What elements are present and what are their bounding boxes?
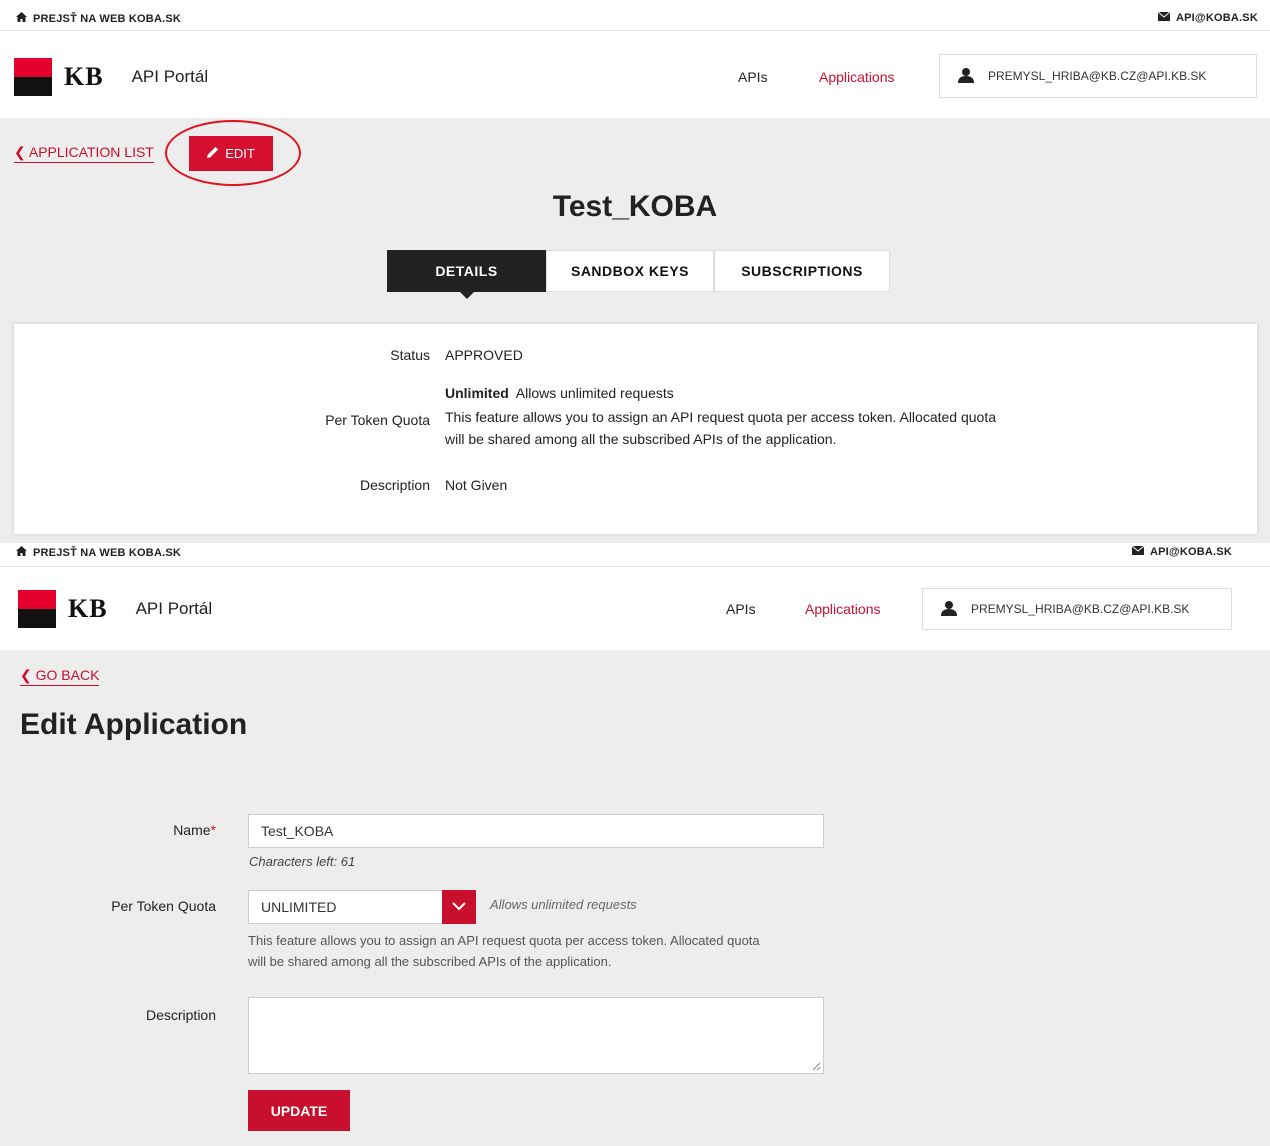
user-icon <box>941 600 957 619</box>
name-input[interactable]: Test_KOBA <box>248 814 824 848</box>
email-link[interactable]: API@KOBA.SK <box>1157 11 1258 24</box>
description-textarea[interactable] <box>248 997 824 1074</box>
required-mark: * <box>210 822 216 838</box>
page-title: Edit Application <box>20 708 248 741</box>
description-label: Description <box>359 477 430 493</box>
quota-help: This feature allows you to assign an API… <box>248 933 760 969</box>
quota-info: Unlimited Allows unlimited requests <box>445 385 674 401</box>
app-title: Test_KOBA <box>552 190 718 223</box>
tab-subscriptions[interactable]: SUBSCRIPTIONS <box>714 250 890 292</box>
home-icon <box>16 12 27 25</box>
envelope-icon <box>1131 545 1145 558</box>
app-tabs: DETAILS SANDBOX KEYS SUBSCRIPTIONS <box>387 250 890 299</box>
application-list-link[interactable]: ❮ APPLICATION LIST <box>14 144 154 163</box>
home-link[interactable]: PREJSŤ NA WEB KOBA.SK <box>16 546 181 559</box>
user-menu[interactable]: PREMYSL_HRIBA@KB.CZ@API.KB.SK <box>939 54 1257 98</box>
characters-left: Characters left: 61 <box>249 854 356 869</box>
nav-applications[interactable]: Applications <box>805 601 881 617</box>
nav-applications[interactable]: Applications <box>819 69 895 85</box>
kb-logo-mark <box>14 58 52 96</box>
status-label: Status <box>390 347 430 363</box>
tab-details[interactable]: DETAILS <box>387 250 546 299</box>
chevron-down-icon <box>452 898 466 916</box>
nav-apis[interactable]: APIs <box>726 601 756 617</box>
tab-sandbox-keys[interactable]: SANDBOX KEYS <box>546 250 714 292</box>
portal-title: API Portál <box>135 599 213 618</box>
home-icon <box>16 546 27 559</box>
user-menu[interactable]: PREMYSL_HRIBA@KB.CZ@API.KB.SK <box>922 588 1232 630</box>
chevron-left-icon: ❮ <box>20 667 36 683</box>
envelope-icon <box>1157 11 1171 24</box>
description-label: Description <box>145 1007 216 1023</box>
portal-title: API Portál <box>131 67 209 86</box>
quota-description: Allows unlimited requests <box>490 897 637 912</box>
quota-help: This feature allows you to assign an API… <box>445 409 997 447</box>
kb-logo[interactable]: KB API Portál <box>18 590 212 628</box>
go-back-link[interactable]: ❮ GO BACK <box>20 667 100 686</box>
nav-apis[interactable]: APIs <box>738 69 768 85</box>
quota-label: Per Token Quota <box>325 412 430 428</box>
update-button[interactable]: UPDATE <box>248 1090 350 1131</box>
user-icon <box>958 67 974 86</box>
annotation-circle <box>165 120 301 186</box>
kb-logo-mark <box>18 590 56 628</box>
quota-label: Per Token Quota <box>111 898 216 914</box>
topbar-divider <box>0 566 1270 567</box>
status-value: APPROVED <box>445 347 523 363</box>
name-label: Name* <box>173 822 216 838</box>
home-link[interactable]: PREJSŤ NA WEB KOBA.SK <box>16 12 181 25</box>
kb-logo[interactable]: KB API Portál <box>14 58 208 96</box>
chevron-left-icon: ❮ <box>14 144 29 160</box>
quota-select-toggle[interactable] <box>442 890 476 924</box>
email-link[interactable]: API@KOBA.SK <box>1131 545 1232 558</box>
topbar-divider <box>0 30 1270 31</box>
resize-handle-icon[interactable] <box>812 1062 821 1071</box>
description-value: Not Given <box>445 477 508 493</box>
